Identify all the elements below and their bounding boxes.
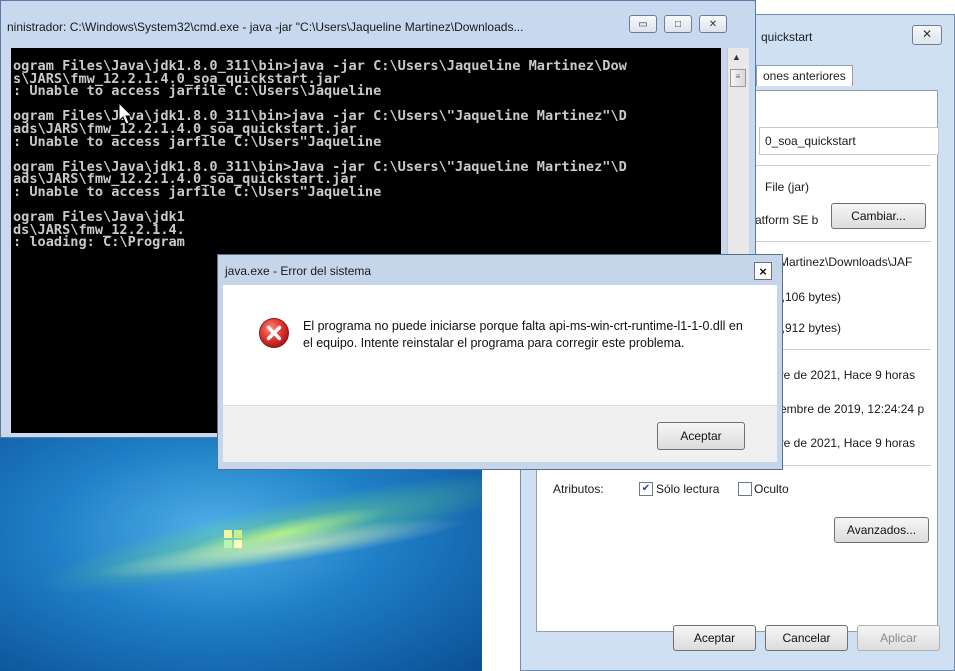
error-dialog-body: El programa no puede iniciarse porque fa… bbox=[223, 285, 777, 405]
change-button[interactable]: Cambiar... bbox=[831, 203, 926, 229]
cmd-title: ninistrador: C:\Windows\System32\cmd.exe… bbox=[7, 20, 524, 34]
maximize-button[interactable]: □ bbox=[664, 15, 692, 33]
windows-logo-icon bbox=[224, 530, 242, 548]
attributes-label: Atributos: bbox=[553, 482, 604, 496]
error-dialog-footer: Aceptar bbox=[223, 405, 777, 462]
created-value: bre de 2021, Hace 9 horas bbox=[773, 368, 916, 382]
close-button[interactable]: ✕ bbox=[699, 15, 727, 33]
error-icon bbox=[259, 318, 289, 348]
modified-value: tiembre de 2019, 12:24:24 p bbox=[774, 402, 925, 416]
properties-cancel-button[interactable]: Cancelar bbox=[765, 625, 848, 651]
scroll-up-icon[interactable]: ▲ bbox=[732, 52, 741, 62]
readonly-checkbox[interactable]: ✔ bbox=[639, 482, 653, 496]
hidden-checkbox[interactable] bbox=[738, 482, 752, 496]
error-dialog-title: java.exe - Error del sistema bbox=[225, 264, 372, 278]
tab-previous-versions[interactable]: ones anteriores bbox=[756, 65, 853, 86]
mouse-cursor-icon bbox=[118, 102, 134, 125]
file-type-value: File (jar) bbox=[765, 180, 809, 194]
properties-ok-button[interactable]: Aceptar bbox=[673, 625, 756, 651]
advanced-button[interactable]: Avanzados... bbox=[834, 517, 929, 543]
error-message: El programa no puede iniciarse porque fa… bbox=[303, 319, 743, 350]
size-value: 2,106 bytes) bbox=[775, 290, 842, 304]
size-on-disk-value: 4,912 bytes) bbox=[775, 321, 842, 335]
properties-close-button[interactable]: ✕ bbox=[912, 25, 942, 45]
file-name-value: 0_soa_quickstart bbox=[765, 134, 856, 148]
opens-with-value: atform SE b bbox=[755, 213, 819, 227]
accessed-value: bre de 2021, Hace 9 horas bbox=[773, 436, 916, 450]
console-text: ogram Files\Java\jdk1.8.0_311\bin>java -… bbox=[13, 58, 627, 251]
divider bbox=[753, 165, 931, 166]
system-error-dialog: java.exe - Error del sistema × El progra… bbox=[217, 254, 783, 470]
error-dialog-close-button[interactable]: × bbox=[754, 262, 772, 280]
hidden-label: Oculto bbox=[754, 482, 789, 496]
location-value: e Martinez\Downloads\JAF bbox=[769, 255, 913, 269]
properties-title: quickstart bbox=[761, 30, 813, 44]
properties-apply-button[interactable]: Aplicar bbox=[857, 625, 940, 651]
divider bbox=[753, 241, 931, 242]
readonly-label: Sólo lectura bbox=[656, 482, 720, 496]
desktop-wallpaper bbox=[0, 438, 482, 671]
scroll-thumb[interactable]: ≡ bbox=[730, 69, 746, 87]
minimize-button[interactable]: ▭ bbox=[629, 15, 657, 33]
error-ok-button[interactable]: Aceptar bbox=[657, 422, 745, 450]
